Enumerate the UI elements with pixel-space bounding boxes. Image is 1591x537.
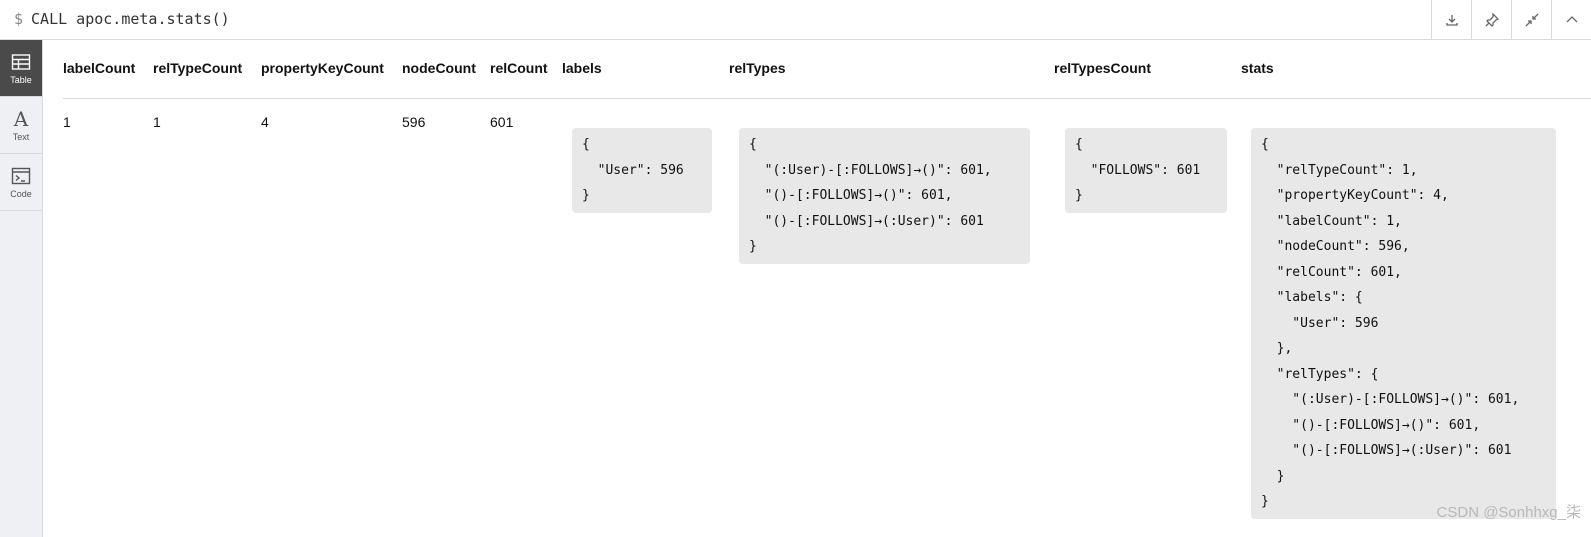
code-icon (11, 167, 31, 184)
cell-stats: { "relTypeCount": 1, "propertyKeyCount":… (1251, 128, 1556, 519)
query-editor[interactable]: $ CALL apoc.meta.stats() (14, 10, 230, 28)
sidebar-item-label: Table (10, 74, 32, 85)
table-icon (11, 53, 31, 70)
pin-button[interactable] (1471, 0, 1511, 39)
query-text[interactable]: CALL apoc.meta.stats() (31, 10, 230, 28)
view-sidebar: Table A Text Code (0, 40, 43, 537)
download-icon (1445, 14, 1458, 26)
column-header-reltypescount: relTypesCount (1054, 60, 1151, 76)
frame-toolbar (1431, 0, 1591, 39)
chevron-up-button[interactable] (1551, 0, 1591, 39)
query-prompt: $ (14, 10, 24, 28)
watermark: CSDN @Sonhhxg_柒 (1436, 504, 1581, 521)
text-icon: A (13, 106, 29, 131)
sidebar-item-text[interactable]: A Text (0, 97, 42, 154)
sidebar-item-label: Text (12, 131, 30, 142)
collapse-icon (1525, 13, 1538, 26)
results-table: labelCount relTypeCount propertyKeyCount… (63, 40, 1591, 537)
cell-labels: { "User": 596 } (572, 128, 712, 213)
column-header-relcount: relCount (490, 60, 548, 76)
column-header-stats: stats (1241, 60, 1274, 76)
cell-relcount: 601 (490, 114, 514, 130)
cell-reltypecount: 1 (153, 114, 161, 130)
query-bar: $ CALL apoc.meta.stats() (0, 0, 1591, 40)
cell-labelcount: 1 (63, 114, 71, 130)
pin-icon (1485, 12, 1499, 27)
table-header: labelCount relTypeCount propertyKeyCount… (63, 40, 1591, 99)
column-header-propertykeycount: propertyKeyCount (261, 60, 384, 76)
column-header-reltypecount: relTypeCount (153, 60, 243, 76)
cell-propertykeycount: 4 (261, 114, 269, 130)
column-header-labelcount: labelCount (63, 60, 136, 76)
cell-nodecount: 596 (402, 114, 426, 130)
column-header-reltypes: relTypes (729, 60, 786, 76)
column-header-labels: labels (562, 60, 602, 76)
sidebar-item-table[interactable]: Table (0, 40, 42, 97)
column-header-nodecount: nodeCount (402, 60, 476, 76)
download-button[interactable] (1431, 0, 1471, 39)
cell-reltypes: { "(:User)-[:FOLLOWS]→()": 601, "()-[:FO… (739, 128, 1030, 264)
collapse-button[interactable] (1511, 0, 1551, 39)
chevron-up-icon (1566, 15, 1577, 22)
cell-reltypescount: { "FOLLOWS": 601 } (1065, 128, 1227, 213)
sidebar-item-code[interactable]: Code (0, 154, 42, 211)
sidebar-item-label: Code (10, 188, 32, 199)
